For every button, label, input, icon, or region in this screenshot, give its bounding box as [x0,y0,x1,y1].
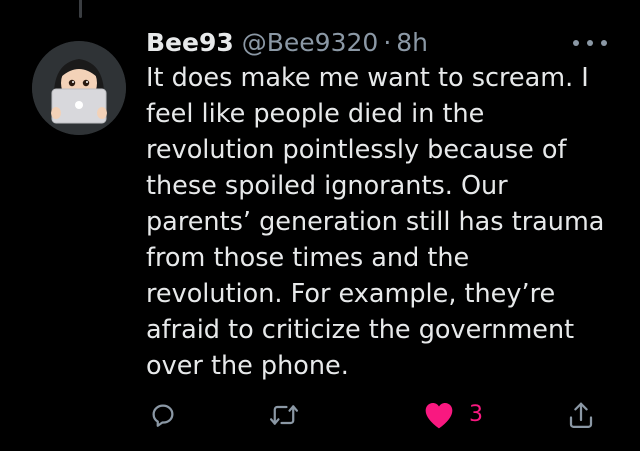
timestamp[interactable]: 8h [396,26,428,60]
tweet-text-line: revolution pointlessly because of [146,135,567,165]
avatar[interactable] [32,41,126,135]
tweet-text-line: these spoiled ignorants. Our [146,171,508,201]
thread-connector-line [79,0,82,18]
retweet-icon [269,405,299,425]
share-icon [569,402,593,428]
tweet-text-line: revolution. For example, they’re [146,279,556,309]
reply-button[interactable] [148,398,178,432]
heart-filled-icon [425,403,453,429]
like-count: 3 [469,402,483,427]
memoji-laptop-icon [32,41,126,135]
retweet-button[interactable] [268,398,300,432]
reply-icon [152,404,174,427]
tweet-text: It does make me want to scream. I feel l… [146,60,616,384]
tweet-text-line: over the phone. [146,351,349,381]
tweet-actions-bar: 3 [0,398,640,432]
like-button[interactable]: 3 [423,398,483,432]
tweet-header: Bee93 @Bee9320 · 8h [146,26,428,60]
user-handle[interactable]: @Bee9320 [242,26,379,60]
share-button[interactable] [567,398,595,432]
more-options-icon[interactable] [573,35,607,51]
tweet-text-line: feel like people died in the [146,99,485,129]
tweet-text-line: It does make me want to scream. I [146,63,589,93]
display-name[interactable]: Bee93 [146,26,234,60]
header-separator: · [383,28,392,57]
tweet-text-line: from those times and the [146,243,470,273]
tweet-text-line: parents’ generation still has trauma [146,207,605,237]
tweet-text-line: afraid to criticize the government [146,315,575,345]
